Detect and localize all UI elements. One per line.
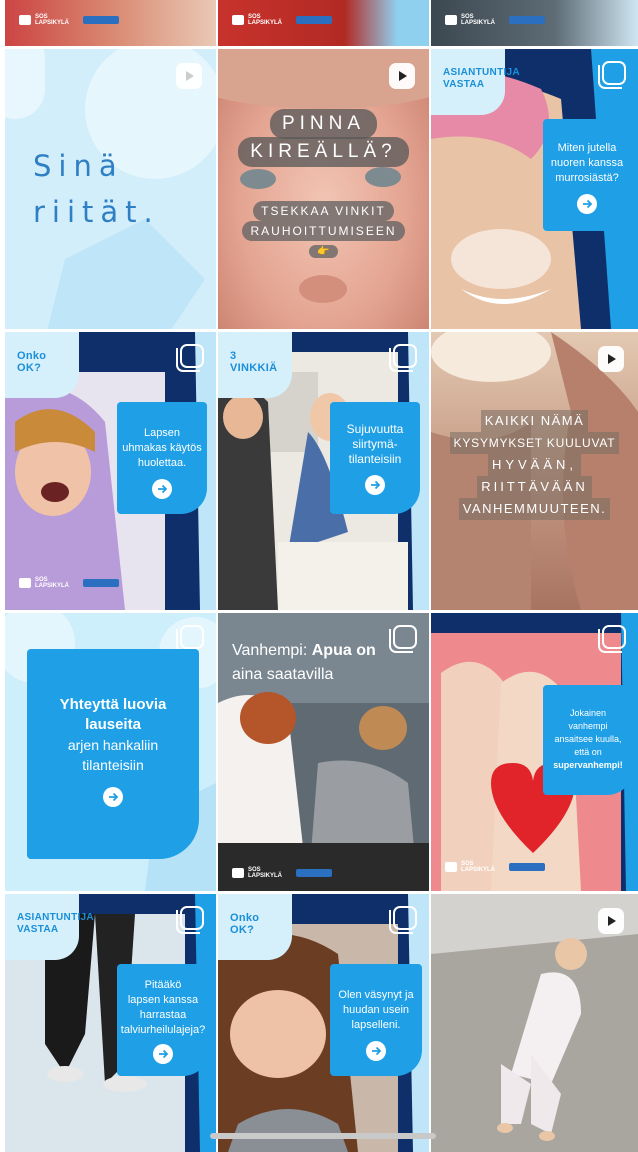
post-headline: PINNA KIREÄLLÄ? [218,109,429,167]
question-card: Olen väsynyt ja huudan usein lapselleni. [330,964,422,1076]
reel-icon [176,63,202,89]
post-tile-partial-3[interactable]: SOS LAPSIKYLÄ [431,0,638,46]
tag-label: ASIANTUNTIJA VASTAA [5,894,94,960]
post-tile-siirtymatilanteet[interactable]: 3 VINKKIÄ Sujuvuutta siirtymä-tilanteisiin [218,332,429,610]
question-card: Jokainen vanhempi ansaitsee kuulla, että on… [543,685,633,795]
post-tile-partial-1[interactable]: SOS LAPSIKYLÄ [5,0,216,46]
post-tile-yhteytta-luovia[interactable]: Yhteyttä luovia lauseita arjen hankaliin t… [5,613,216,891]
question-card: Yhteyttä luovia lauseita arjen hankaliin t… [27,649,199,859]
arrow-right-icon [103,787,123,807]
question-card: Miten jutella nuoren kanssa murrosiästä? [543,119,631,231]
home-indicator[interactable] [210,1133,436,1139]
post-tile-sina-riitat[interactable]: Sinä riität. [5,49,216,329]
post-tile-supervanhempi[interactable]: Jokainen vanhempi ansaitsee kuulla, että on… [431,613,638,891]
arrow-right-icon [152,479,172,499]
reel-icon [598,908,624,934]
sos-logo: SOS LAPSIKYLÄ [232,14,333,26]
post-tile-pinna-kirealla[interactable]: PINNA KIREÄLLÄ? TSEKKAA VINKIT RAUHOITTU… [218,49,429,329]
sos-logo: SOS LAPSIKYLÄ [232,867,333,879]
reel-icon [389,63,415,89]
sos-logo: SOS LAPSIKYLÄ [445,14,546,26]
tag-label: Onko OK? [5,332,79,398]
tag-label: ASIANTUNTIJA VASTAA [431,49,520,115]
profile-post-grid: SOS LAPSIKYLÄ SOS LAPSIKYLÄ SOS LAPSIKYLÄ S… [0,0,638,1152]
sos-logo: SOS LAPSIKYLÄ [19,14,120,26]
post-tile-apua-saatavilla[interactable]: Vanhempi: Apua on aina saatavilla SOS LAP… [218,613,429,891]
post-tile-murrosika[interactable]: ASIANTUNTIJA VASTAA Miten jutella nuoren k… [431,49,638,329]
carousel-icon [389,625,417,653]
post-headline: KAIKKI NÄMÄ KYSYMYKSET KUULUVAT HYVÄÄN, … [431,410,638,520]
post-subheadline: TSEKKAA VINKIT RAUHOITTUMISEEN 👉 [218,201,429,259]
carousel-icon [598,625,626,653]
arrow-right-icon [366,1041,386,1061]
question-card: Pitääkö lapsen kanssa harrastaa talviurheil… [117,964,209,1076]
post-tile-uhmakas[interactable]: Onko OK? Lapsen uhmakas käytös huolettaa. S… [5,332,216,610]
post-headline: Vanhempi: Apua on aina saatavilla [232,642,376,683]
carousel-icon [389,906,417,934]
arrow-right-icon [153,1044,173,1064]
carousel-icon [176,344,204,372]
post-tile-toddler-floor[interactable] [431,894,638,1152]
carousel-icon [176,906,204,934]
carousel-icon [389,344,417,372]
question-card: Sujuvuutta siirtymä-tilanteisiin [330,402,420,514]
sos-logo: SOS LAPSIKYLÄ [445,861,546,873]
arrow-right-icon [365,475,385,495]
tag-label: 3 VINKKIÄ [218,332,292,398]
post-tile-kaikki-nama[interactable]: KAIKKI NÄMÄ KYSYMYKSET KUULUVAT HYVÄÄN, … [431,332,638,610]
question-card: Lapsen uhmakas käytös huolettaa. [117,402,207,514]
arrow-right-icon [577,194,597,214]
reel-icon [598,346,624,372]
tag-label: Onko OK? [218,894,292,960]
sos-logo: SOS LAPSIKYLÄ [19,577,120,589]
post-tile-partial-2[interactable]: SOS LAPSIKYLÄ [218,0,429,46]
carousel-icon [598,61,626,89]
post-tile-talviurheilu[interactable]: ASIANTUNTIJA VASTAA Pitääkö lapsen kanssa h… [5,894,216,1152]
post-tile-vasynyt[interactable]: Onko OK? Olen väsynyt ja huudan usein lapse… [218,894,429,1152]
post-headline: Sinä riität. [33,149,160,229]
